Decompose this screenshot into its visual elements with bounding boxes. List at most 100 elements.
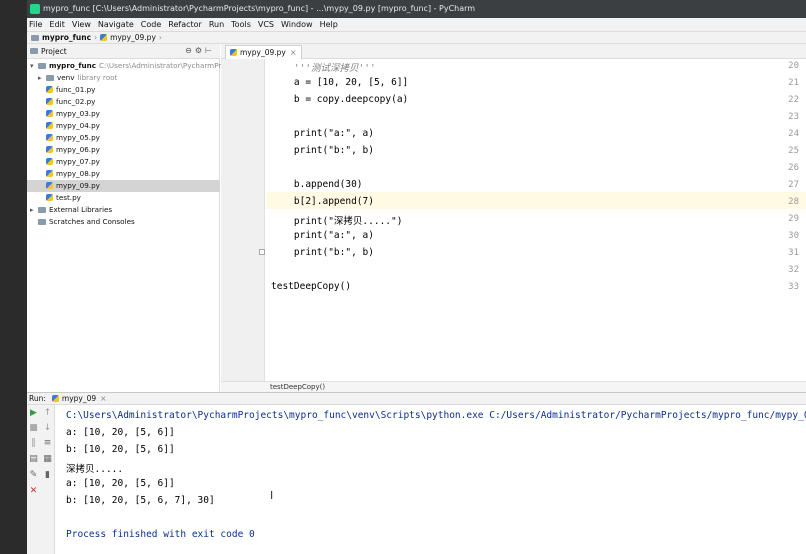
menu-run[interactable]: Run <box>209 20 224 29</box>
menu-code[interactable]: Code <box>141 20 161 29</box>
project-panel-tools: ⊖⚙⊢ <box>185 46 215 55</box>
tree-item-mypy-08[interactable]: mypy_08.py <box>27 168 220 180</box>
layout-icon[interactable]: ▤ <box>29 455 38 464</box>
python-file-icon <box>46 98 53 105</box>
tree-item-mypro-func[interactable]: ▾ mypro_func C:\Users\Administrator\Pychar… <box>27 60 243 72</box>
tab-label: mypy_09.py <box>240 48 286 57</box>
menu-help[interactable]: Help <box>320 20 338 29</box>
menu-refactor[interactable]: Refactor <box>168 20 202 29</box>
code-line-30: print("a:", a) <box>271 230 374 241</box>
nav-project[interactable]: mypro_func <box>42 33 91 42</box>
code-line-25: print("b:", b) <box>271 145 374 156</box>
close-tab-icon[interactable]: × <box>100 394 106 403</box>
tree-item-label: External Libraries <box>49 205 113 214</box>
code-line-28: b[2].append(7) <box>271 196 374 207</box>
line-number: 29 <box>788 214 799 224</box>
run-panel-header: Run: mypy_09 × <box>27 392 806 405</box>
run-tab-label: mypy_09 <box>61 394 97 403</box>
menu-window[interactable]: Window <box>281 20 313 29</box>
console-exit-line: Process finished with exit code 0 <box>66 529 255 540</box>
tree-item-external-libraries[interactable]: ▸ External Libraries <box>27 204 220 216</box>
code-line-22: b = copy.deepcopy(a) <box>271 94 409 105</box>
menu-view[interactable]: View <box>72 20 91 29</box>
scroll-down-icon[interactable]: ↓ <box>43 424 52 433</box>
editor-tabs-bar: mypy_09.py × <box>221 44 806 59</box>
line-number: 32 <box>788 265 799 275</box>
code-line-24: print("a:", a) <box>271 128 374 139</box>
menu-bar: File Edit View Navigate Code Refactor Ru… <box>27 18 806 32</box>
tree-item-note: library root <box>77 73 118 82</box>
line-number: 30 <box>788 231 799 241</box>
run-label: Run: <box>29 394 46 403</box>
tree-item-test[interactable]: test.py <box>27 192 220 204</box>
tree-item-label: Scratches and Consoles <box>49 217 135 226</box>
nav-file[interactable]: mypy_09.py <box>110 33 156 42</box>
code-editor[interactable]: 20 21 22 23 24 25 26 27 28 29 30 31 32 3… <box>221 59 806 381</box>
tree-item-mypy-03[interactable]: mypy_03.py <box>27 108 220 120</box>
python-file-icon <box>46 170 53 177</box>
editor-breadcrumb[interactable]: testDeepCopy() <box>221 381 806 392</box>
hide-panel-icon[interactable]: ⊢ <box>205 46 215 55</box>
tree-item-venv[interactable]: ▸ venv library root <box>27 72 220 84</box>
tree-item-func-01[interactable]: func_01.py <box>27 84 220 96</box>
pycharm-icon <box>30 4 40 14</box>
trash-icon[interactable]: ▮ <box>43 471 52 480</box>
tree-item-label: func_02.py <box>56 97 96 106</box>
code-line-31: print("b:", b) <box>271 247 374 258</box>
tree-item-mypy-04[interactable]: mypy_04.py <box>27 120 220 132</box>
project-panel-title[interactable]: Project <box>41 47 67 56</box>
nav-separator-icon: › <box>94 33 98 42</box>
stop-icon[interactable]: ■ <box>29 424 38 433</box>
tree-item-mypy-09[interactable]: mypy_09.py <box>27 180 220 192</box>
scroll-up-icon[interactable]: ↑ <box>43 409 52 418</box>
tree-item-label: test.py <box>56 193 81 202</box>
nav-separator-icon: › <box>158 33 162 42</box>
menu-navigate[interactable]: Navigate <box>98 20 134 29</box>
collapse-all-icon[interactable]: ⊖ <box>185 46 195 55</box>
tree-item-func-02[interactable]: func_02.py <box>27 96 220 108</box>
close-tab-icon[interactable]: × <box>290 48 297 57</box>
print-icon[interactable]: ▦ <box>43 455 52 464</box>
close-icon[interactable]: ✕ <box>29 487 38 496</box>
pause-icon[interactable]: ‖ <box>29 439 38 448</box>
tree-item-scratches[interactable]: Scratches and Consoles <box>27 216 220 228</box>
folder-icon <box>31 34 39 41</box>
pin-icon[interactable]: ✎ <box>29 471 38 480</box>
project-tree: ▾ mypro_func C:\Users\Administrator\Pychar… <box>27 59 243 392</box>
code-line-20: '''测试深拷贝''' <box>271 63 376 74</box>
console-output-line: b: [10, 20, [5, 6]] <box>66 444 175 455</box>
python-file-icon <box>230 49 237 56</box>
tab-mypy-09[interactable]: mypy_09.py × <box>225 45 302 59</box>
line-number: 26 <box>788 163 799 173</box>
tree-item-label: mypy_06.py <box>56 145 100 154</box>
menu-tools[interactable]: Tools <box>231 20 251 29</box>
console-output-line: a: [10, 20, [5, 6]] <box>66 478 175 489</box>
python-file-icon <box>46 122 53 129</box>
rerun-icon[interactable]: ▶ <box>29 409 38 418</box>
folder-icon <box>46 75 54 81</box>
soft-wrap-icon[interactable]: ≡ <box>43 439 52 448</box>
python-file-icon <box>46 182 53 189</box>
code-line-29: print("深拷贝.....") <box>271 216 403 227</box>
menu-edit[interactable]: Edit <box>49 20 65 29</box>
scratches-icon <box>38 219 46 225</box>
menu-vcs[interactable]: VCS <box>258 20 274 29</box>
folder-icon <box>38 63 46 69</box>
fold-marker-icon[interactable] <box>259 249 265 255</box>
tree-item-mypy-05[interactable]: mypy_05.py <box>27 132 220 144</box>
run-tab-mypy-09[interactable]: mypy_09 × <box>51 394 106 403</box>
settings-gear-icon[interactable]: ⚙ <box>195 46 205 55</box>
python-file-icon <box>46 134 53 141</box>
tree-item-label: mypy_09.py <box>56 181 100 190</box>
tree-item-mypy-06[interactable]: mypy_06.py <box>27 144 220 156</box>
library-icon <box>38 207 46 213</box>
expand-arrow-icon[interactable]: ▸ <box>30 204 38 216</box>
menu-file[interactable]: File <box>29 20 42 29</box>
expand-arrow-icon[interactable]: ▸ <box>38 72 46 84</box>
expand-arrow-icon[interactable]: ▾ <box>30 60 38 72</box>
line-number: 23 <box>788 112 799 122</box>
tree-item-mypy-07[interactable]: mypy_07.py <box>27 156 220 168</box>
python-file-icon <box>46 146 53 153</box>
tree-item-label: mypy_07.py <box>56 157 100 166</box>
run-console[interactable]: C:\Users\Administrator\PycharmProjects\m… <box>56 405 806 554</box>
